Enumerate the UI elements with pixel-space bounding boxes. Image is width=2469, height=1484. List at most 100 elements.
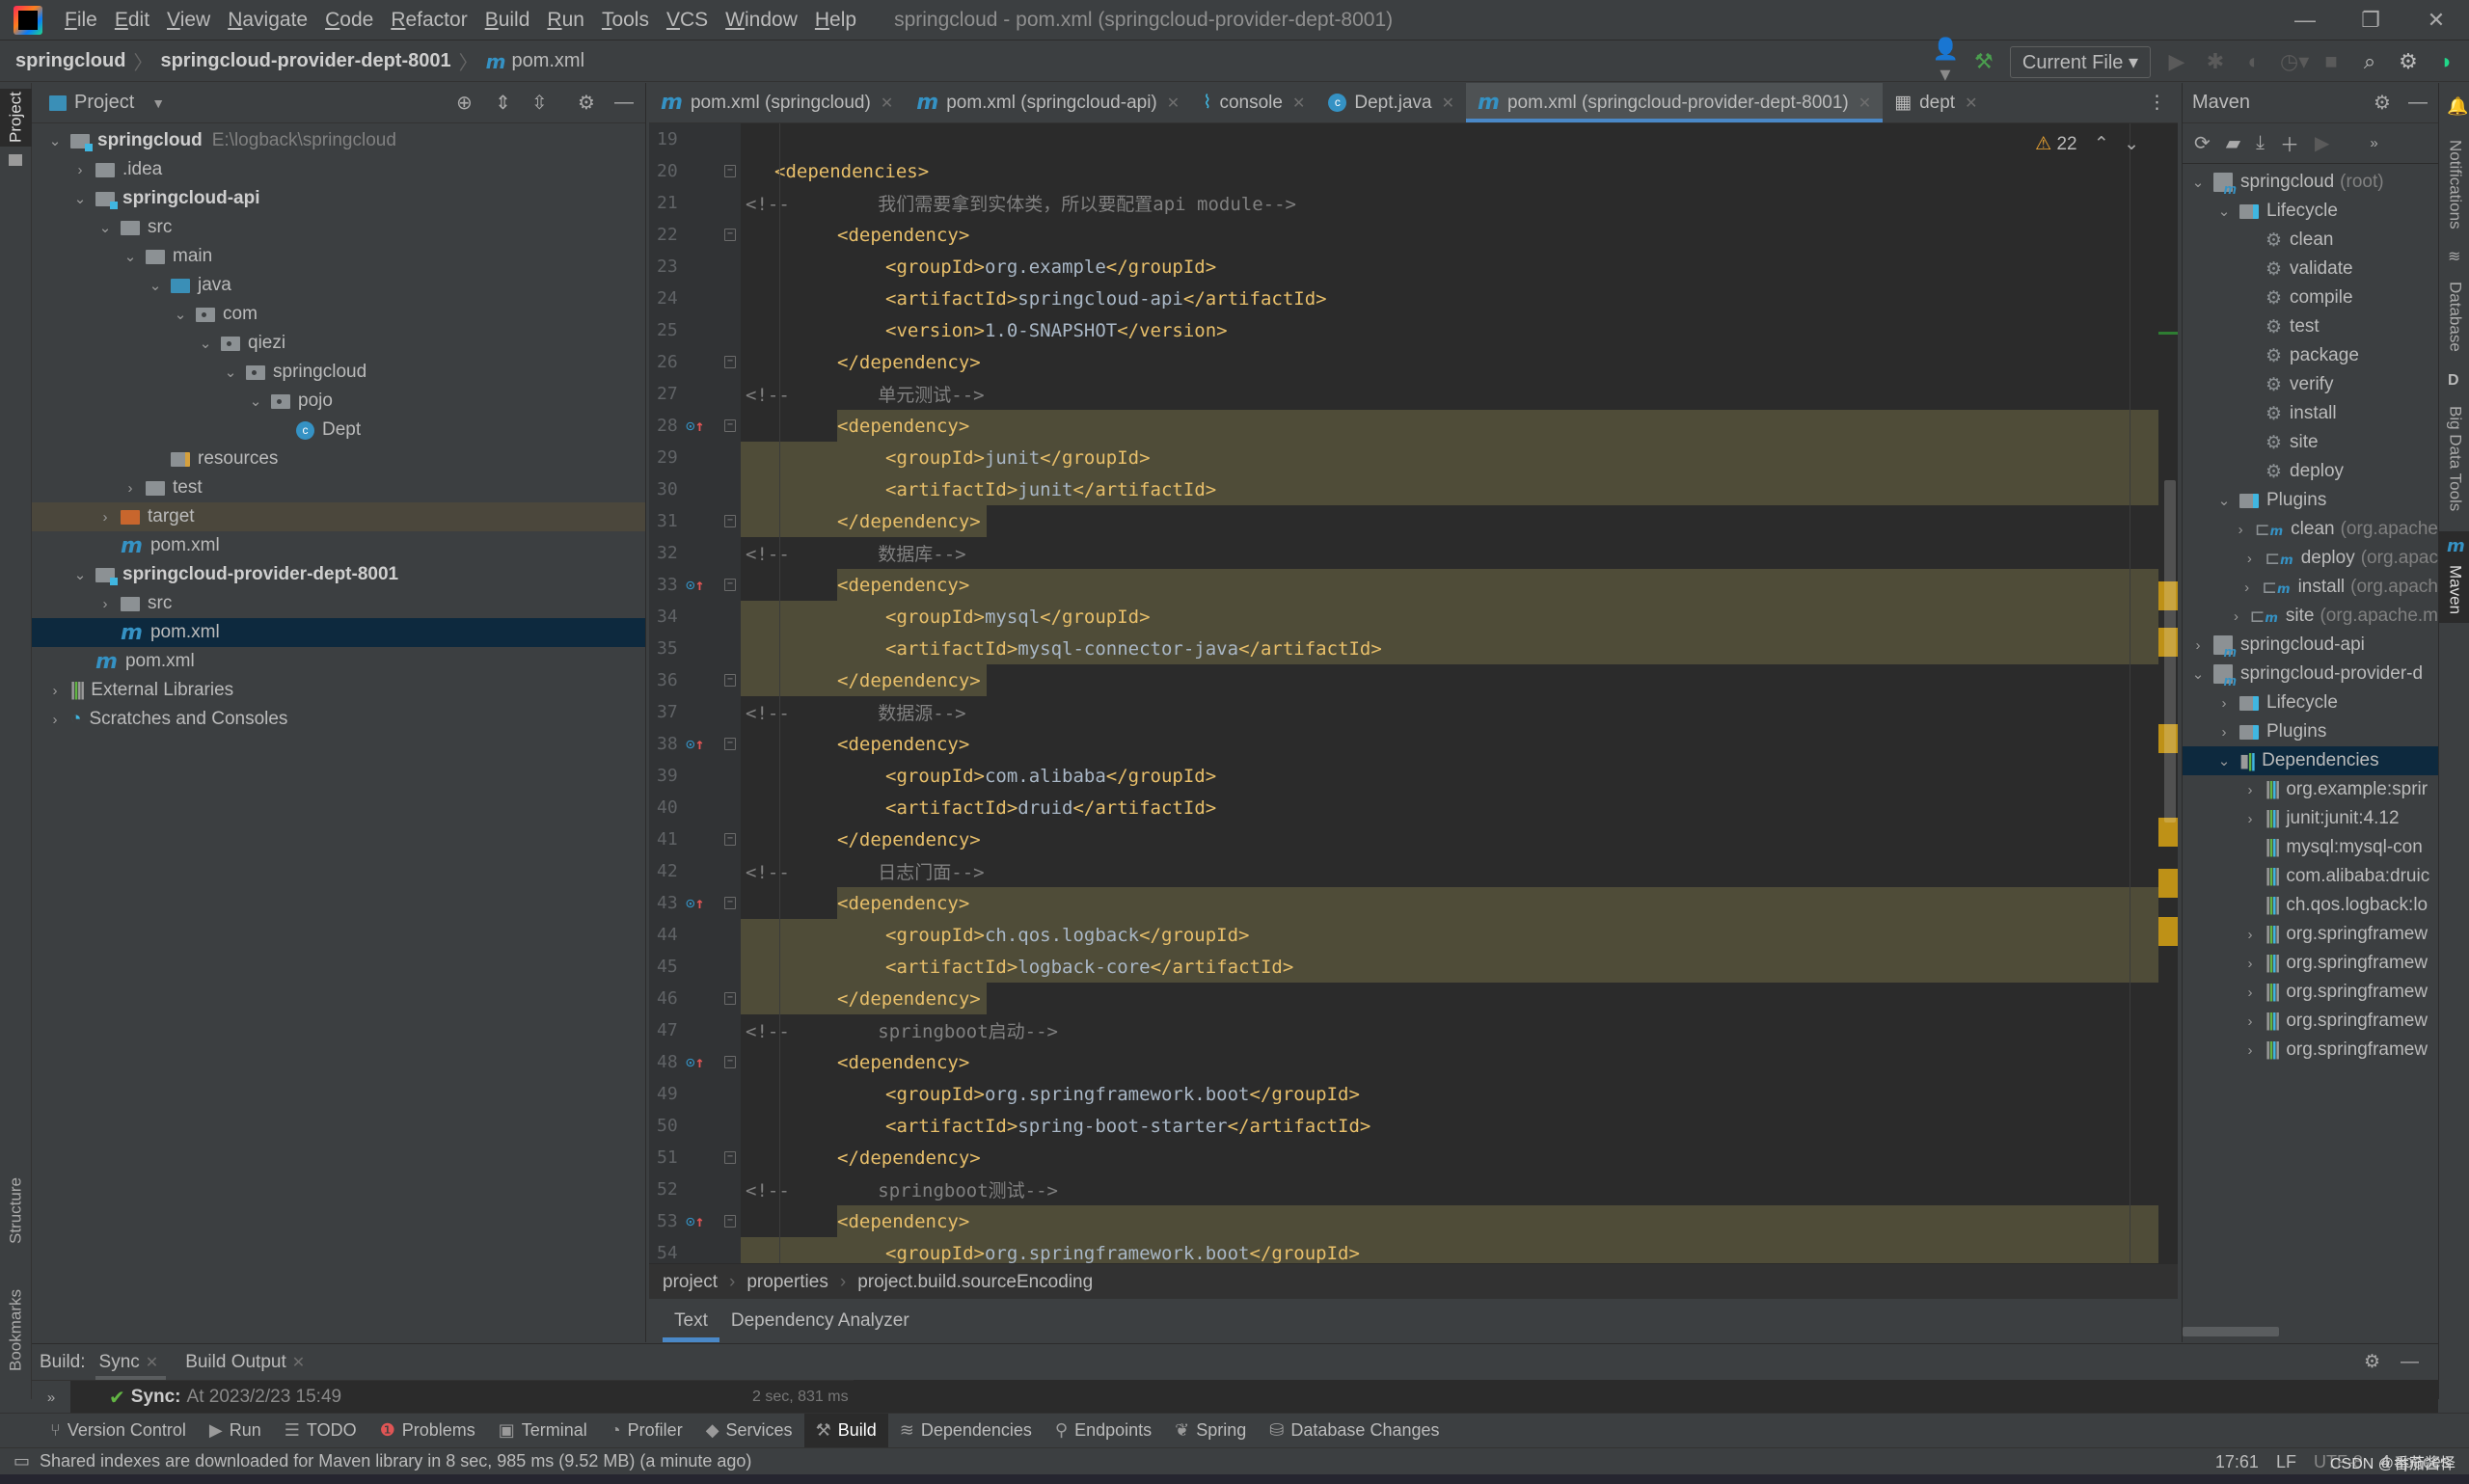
- fold-end-icon[interactable]: −: [724, 833, 736, 846]
- fold-end-icon[interactable]: −: [724, 992, 736, 1005]
- chevron-right-icon[interactable]: ›: [2214, 724, 2234, 741]
- tab-overflow-menu-icon[interactable]: ⋮: [2136, 83, 2178, 122]
- xml-crumb-properties[interactable]: properties: [746, 1272, 828, 1293]
- fold-end-icon[interactable]: −: [724, 356, 736, 368]
- view-dropdown-icon[interactable]: ▼: [151, 95, 165, 111]
- previous-highlight-icon[interactable]: ⌃: [2094, 134, 2109, 154]
- chevron-right-icon[interactable]: ›: [2239, 551, 2259, 567]
- maven-item-com-alibaba-druic[interactable]: |||| com.alibaba:druic: [2183, 862, 2438, 891]
- status-message[interactable]: Shared indexes are downloaded for Maven …: [40, 1451, 751, 1471]
- maven-item-springcloud-api[interactable]: › springcloud-api: [2183, 631, 2438, 661]
- fold-collapse-icon[interactable]: −: [724, 165, 736, 177]
- expand-all-icon[interactable]: ⇕: [495, 91, 511, 115]
- chevron-down-icon[interactable]: ⌄: [2214, 492, 2234, 509]
- chevron-down-icon[interactable]: ⌄: [95, 219, 115, 236]
- maven-item-site[interactable]: ⚙ site: [2183, 428, 2438, 457]
- menu-run[interactable]: Run: [538, 9, 593, 32]
- panel-options-gear-icon[interactable]: ⚙: [578, 91, 595, 115]
- tree-item-springcloud[interactable]: ⌄ springcloud: [32, 358, 645, 387]
- maven-item-org-springframew[interactable]: › |||| org.springframew: [2183, 949, 2438, 978]
- breadcrumb-file[interactable]: pom.xml: [511, 50, 584, 72]
- maven-item-springcloud[interactable]: ⌄ springcloud(root): [2183, 168, 2438, 198]
- menu-tools[interactable]: Tools: [593, 9, 658, 32]
- notifications-bell-icon[interactable]: 🔔: [2447, 96, 2468, 117]
- inspection-widget[interactable]: ⚠ 22 ⌃ ⌄: [2035, 133, 2139, 155]
- editor-tab-1[interactable]: m pom.xml (springcloud-api) ✕: [905, 83, 1191, 122]
- run-maven-build-icon[interactable]: ▶: [2315, 131, 2329, 155]
- menu-edit[interactable]: Edit: [106, 9, 158, 32]
- override-gutter-icon[interactable]: ⊙↑: [686, 576, 704, 594]
- editor-tab-2[interactable]: ⌇ console ✕: [1191, 83, 1316, 122]
- collapse-all-icon[interactable]: ⇳: [531, 91, 548, 115]
- close-window-button[interactable]: ✕: [2403, 0, 2469, 40]
- maven-item-clean[interactable]: › ⊏m clean (org.apache: [2183, 515, 2438, 544]
- editor-tab-3[interactable]: c Dept.java ✕: [1316, 83, 1466, 122]
- tree-item-src[interactable]: ⌄ src: [32, 213, 645, 242]
- caret-position[interactable]: 17:61: [2215, 1452, 2259, 1472]
- chevron-down-icon[interactable]: ⌄: [146, 277, 165, 294]
- editor-scrollbar[interactable]: [2158, 123, 2178, 1263]
- chevron-down-icon[interactable]: ⌄: [2214, 202, 2234, 220]
- tree-item-dept[interactable]: c Dept: [32, 416, 645, 445]
- tree-item-main[interactable]: ⌄ main: [32, 242, 645, 271]
- big-data-tools-tab[interactable]: Big Data Tools: [2439, 393, 2469, 524]
- editor-tab-0[interactable]: m pom.xml (springcloud) ✕: [649, 83, 905, 122]
- xml-crumb-encoding[interactable]: project.build.sourceEncoding: [857, 1272, 1093, 1293]
- maven-item-junit-junit-4-12[interactable]: › |||| junit:junit:4.12: [2183, 804, 2438, 833]
- chevron-down-icon[interactable]: ⌄: [221, 364, 240, 381]
- editor-tab-4[interactable]: m pom.xml (springcloud-provider-dept-8001…: [1466, 83, 1884, 122]
- maven-item-springcloud-provider-d[interactable]: ⌄ springcloud-provider-d: [2183, 660, 2438, 689]
- tab-sync[interactable]: Sync ✕: [95, 1344, 166, 1380]
- maven-item-plugins[interactable]: ⌄ Plugins: [2183, 486, 2438, 515]
- maven-item-plugins[interactable]: › Plugins: [2183, 717, 2438, 746]
- chevron-right-icon[interactable]: ›: [95, 509, 115, 526]
- menu-file[interactable]: File: [56, 9, 106, 32]
- reload-icon[interactable]: ⟳: [2194, 131, 2211, 155]
- toolwindow-endpoints[interactable]: ⚲ Endpoints: [1044, 1414, 1163, 1448]
- override-gutter-icon[interactable]: ⊙↑: [686, 1053, 704, 1071]
- maven-item-clean[interactable]: ⚙ clean: [2183, 226, 2438, 255]
- maven-item-org-example-sprir[interactable]: › |||| org.example:sprir: [2183, 775, 2438, 804]
- maven-item-test[interactable]: ⚙ test: [2183, 312, 2438, 341]
- more-actions-icon[interactable]: »: [2370, 135, 2377, 151]
- toolwindow-build[interactable]: ⚒ Build: [803, 1413, 888, 1448]
- maven-hide-icon[interactable]: —: [2408, 92, 2428, 114]
- maven-item-org-springframew[interactable]: › |||| org.springframew: [2183, 1007, 2438, 1036]
- chevron-down-icon[interactable]: ⌄: [70, 190, 90, 207]
- chevron-right-icon[interactable]: ›: [45, 683, 65, 699]
- menu-navigate[interactable]: Navigate: [219, 9, 316, 32]
- tree-item-src[interactable]: › src: [32, 589, 645, 618]
- download-icon[interactable]: ⤓: [2256, 132, 2265, 154]
- menu-refactor[interactable]: Refactor: [382, 9, 475, 32]
- toolwindow-profiler[interactable]: ◔ Profiler: [599, 1414, 694, 1448]
- notifications-tool-tab[interactable]: Notifications: [2439, 121, 2469, 247]
- tree-item-external-libraries[interactable]: › |||| External Libraries: [32, 676, 645, 705]
- close-tab-icon[interactable]: ✕: [292, 1355, 305, 1371]
- close-tab-icon[interactable]: ✕: [1442, 94, 1454, 113]
- chevron-down-icon[interactable]: ⌄: [121, 248, 140, 265]
- fold-collapse-icon[interactable]: −: [724, 229, 736, 241]
- menu-build[interactable]: Build: [476, 9, 539, 32]
- override-gutter-icon[interactable]: ⊙↑: [686, 417, 704, 435]
- run-icon[interactable]: ▶: [2164, 49, 2189, 74]
- override-gutter-icon[interactable]: ⊙↑: [686, 735, 704, 753]
- tree-item-target[interactable]: › target: [32, 502, 645, 531]
- fold-collapse-icon[interactable]: −: [724, 738, 736, 750]
- fold-collapse-icon[interactable]: −: [724, 419, 736, 432]
- build-hammer-icon[interactable]: ⚒: [1971, 49, 1996, 74]
- chevron-down-icon[interactable]: ⌄: [2214, 752, 2234, 769]
- tree-item-qiezi[interactable]: ⌄ qiezi: [32, 329, 645, 358]
- tree-item-com[interactable]: ⌄ com: [32, 300, 645, 329]
- chevron-right-icon[interactable]: ›: [2240, 1042, 2260, 1059]
- line-separator[interactable]: LF: [2276, 1452, 2296, 1472]
- tree-item-test[interactable]: › test: [32, 473, 645, 502]
- tab-text[interactable]: Text: [663, 1299, 719, 1342]
- tree-item-springcloud-provider-dept-8001[interactable]: ⌄ springcloud-provider-dept-8001: [32, 560, 645, 589]
- generate-sources-icon[interactable]: ▰: [2226, 131, 2240, 155]
- locate-file-icon[interactable]: ⊕: [456, 91, 473, 115]
- status-toggle-icon[interactable]: ▭: [14, 1451, 30, 1471]
- maven-item-org-springframew[interactable]: › |||| org.springframew: [2183, 1036, 2438, 1065]
- chevron-right-icon[interactable]: ›: [2240, 985, 2260, 1001]
- chevron-down-icon[interactable]: ⌄: [2188, 665, 2208, 683]
- project-tool-tab[interactable]: Project: [0, 89, 32, 147]
